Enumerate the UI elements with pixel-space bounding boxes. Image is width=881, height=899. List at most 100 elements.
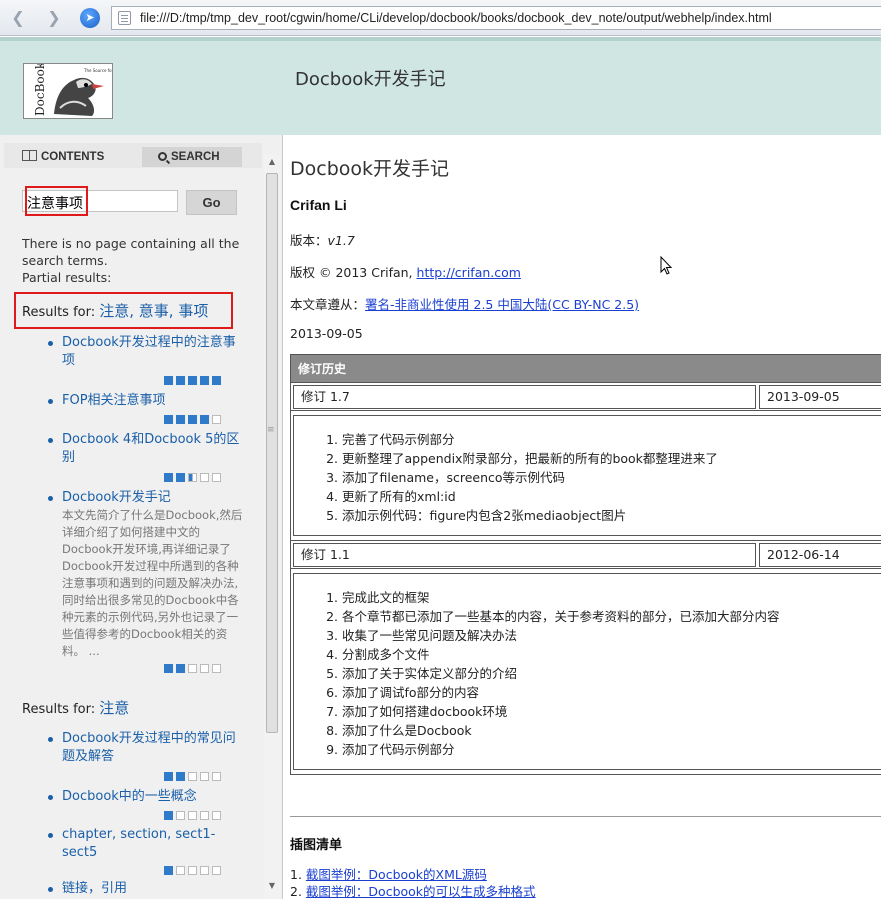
bullet-icon <box>48 833 53 838</box>
search-input[interactable]: 注意事项 <box>22 190 178 212</box>
docbook-logo-icon[interactable]: DocBook The Source for <box>23 63 113 119</box>
rating-square <box>212 473 221 482</box>
list-item: chapter, section, sect1-sect5 <box>48 826 248 862</box>
main-content: Docbook开发手记 Crifan Li 版本：v1.7 版权 © 2013 … <box>285 135 881 899</box>
svg-text:The Source for: The Source for <box>83 68 113 73</box>
header-title: Docbook开发手记 <box>295 69 446 90</box>
tab-contents-label: CONTENTS <box>41 151 105 163</box>
rating-square <box>212 772 221 781</box>
result-link[interactable]: Docbook 4和Docbook 5的区别 <box>62 431 248 467</box>
forward-arrow-icon[interactable]: ❯ <box>44 8 64 28</box>
revision-notes: 完善了代码示例部分 更新整理了appendix附录部分，把最新的所有的book都… <box>291 411 881 541</box>
rating-square <box>176 376 185 385</box>
scroll-down-icon[interactable]: ▼ <box>264 879 280 893</box>
list-item: 添加示例代码：figure内包含2张mediaobject图片 <box>342 506 881 525</box>
result-link[interactable]: Docbook开发过程中的注意事项 <box>62 334 248 370</box>
crifan-link[interactable]: http://crifan.com <box>417 265 521 280</box>
bullet-icon <box>48 399 53 404</box>
license-text: 本文章遵从： <box>290 297 366 312</box>
rating-square <box>212 415 221 424</box>
author-name: Crifan Li <box>290 197 347 213</box>
list-item: 分割成多个文件 <box>342 645 881 664</box>
figure-number: 2. <box>290 884 302 899</box>
scrollbar-thumb[interactable] <box>266 173 278 733</box>
rating-square <box>188 772 197 781</box>
rating-square <box>164 376 173 385</box>
url-text[interactable]: file:///D:/tmp/tmp_dev_root/cgwin/home/C… <box>140 11 772 25</box>
go-button[interactable]: Go <box>186 190 237 215</box>
rating-square <box>164 866 173 875</box>
list-item: Docbook开发过程中的注意事项 <box>48 334 248 370</box>
browser-toolbar: ❮ ❯ ➤ file:///D:/tmp/tmp_dev_root/cgwin/… <box>0 0 881 36</box>
pub-date: 2013-09-05 <box>290 326 363 341</box>
tab-search-label: SEARCH <box>171 151 220 163</box>
revision-date: 2012-06-14 <box>759 543 881 567</box>
list-item: 添加了关于实体定义部分的介绍 <box>342 664 881 683</box>
rating-square <box>212 664 221 673</box>
list-item: 添加了代码示例部分 <box>342 740 881 759</box>
rating-square <box>200 772 209 781</box>
result-link[interactable]: 链接，引用 <box>62 880 248 898</box>
result-link[interactable]: Docbook中的一些概念 <box>62 788 248 806</box>
rating-square <box>176 415 185 424</box>
mouse-pointer-icon <box>660 256 673 275</box>
rating-square <box>164 772 173 781</box>
no-match-message: There is no page containing all the sear… <box>22 235 247 286</box>
address-bar[interactable]: file:///D:/tmp/tmp_dev_root/cgwin/home/C… <box>111 6 881 30</box>
results-prefix: Results for: <box>22 702 96 717</box>
results-terms: 注意, 意事, 事项 <box>99 302 209 320</box>
list-item: 各个章节都已添加了一些基本的内容，关于参考资料的部分，已添加大部分内容 <box>342 607 881 626</box>
rating-square <box>188 376 197 385</box>
bullet-icon <box>48 341 53 346</box>
rating <box>161 374 272 385</box>
rating-square <box>164 811 173 820</box>
go-arrow-icon[interactable]: ➤ <box>80 8 100 28</box>
search-icon <box>158 152 167 161</box>
scroll-up-icon[interactable]: ▲ <box>264 155 280 169</box>
version-label: 版本： <box>290 233 328 248</box>
result-link[interactable]: Docbook开发过程中的常见问题及解答 <box>62 730 248 766</box>
results-prefix: Results for: <box>22 305 96 320</box>
tab-search[interactable]: SEARCH <box>142 147 242 167</box>
list-item: 2. 截图举例：Docbook的可以生成多种格式 <box>290 881 536 899</box>
rating-square <box>164 664 173 673</box>
result-link[interactable]: chapter, section, sect1-sect5 <box>62 826 248 862</box>
list-of-figures-heading: 插图清单 <box>290 837 343 852</box>
revision-label: 修订 1.7 <box>293 385 756 409</box>
license-link[interactable]: 署名-非商业性使用 2.5 中国大陆(CC BY-NC 2.5) <box>365 297 639 312</box>
partial-results-text: Partial results: <box>22 270 112 285</box>
rating-square <box>200 415 209 424</box>
page-icon <box>118 11 131 25</box>
revision-list: 完成此文的框架 各个章节都已添加了一些基本的内容，关于参考资料的部分，已添加大部… <box>342 588 881 759</box>
list-item: Docbook中的一些概念 <box>48 788 248 806</box>
bullet-icon <box>48 795 53 800</box>
figure-link[interactable]: 截图举例：Docbook的可以生成多种格式 <box>306 884 536 899</box>
result-link[interactable]: Docbook开发手记 <box>62 489 248 507</box>
table-row: 修订 1.1 2012-06-14 <box>291 541 881 569</box>
back-arrow-icon[interactable]: ❮ <box>8 8 28 28</box>
rating-square <box>212 866 221 875</box>
list-item: 更新整理了appendix附录部分，把最新的所有的book都整理进来了 <box>342 449 881 468</box>
version-value: v1.7 <box>327 233 355 248</box>
bullet-icon <box>48 496 53 501</box>
rating-square <box>212 376 221 385</box>
result-link[interactable]: FOP相关注意事项 <box>62 392 248 410</box>
svg-text:DocBook: DocBook <box>33 64 47 116</box>
revision-date: 2013-09-05 <box>759 385 881 409</box>
rating-square <box>176 811 185 820</box>
tab-contents[interactable]: CONTENTS <box>22 147 104 167</box>
results-heading: Results for: 注意 <box>22 697 129 718</box>
list-item: Docbook开发手记 本文先简介了什么是Docbook,然后详细介绍了如何搭建… <box>48 489 248 660</box>
rating <box>161 413 272 424</box>
splitter-grip-icon[interactable]: ≡ <box>267 425 275 435</box>
sidebar-scrollbar[interactable]: ▲ ▼ <box>264 155 280 899</box>
list-item: 添加了什么是Docbook <box>342 721 881 740</box>
figure-link[interactable]: 截图举例：Docbook的XML源码 <box>306 867 487 882</box>
rating-square <box>176 772 185 781</box>
list-item: 完成此文的框架 <box>342 588 881 607</box>
list-item: Docbook开发过程中的常见问题及解答 <box>48 730 248 766</box>
results-heading: Results for: 注意, 意事, 事项 <box>22 300 208 321</box>
rating-square <box>188 664 197 673</box>
result-description: 本文先简介了什么是Docbook,然后详细介绍了如何搭建中文的Docbook开发… <box>62 508 243 658</box>
rating <box>161 662 272 673</box>
